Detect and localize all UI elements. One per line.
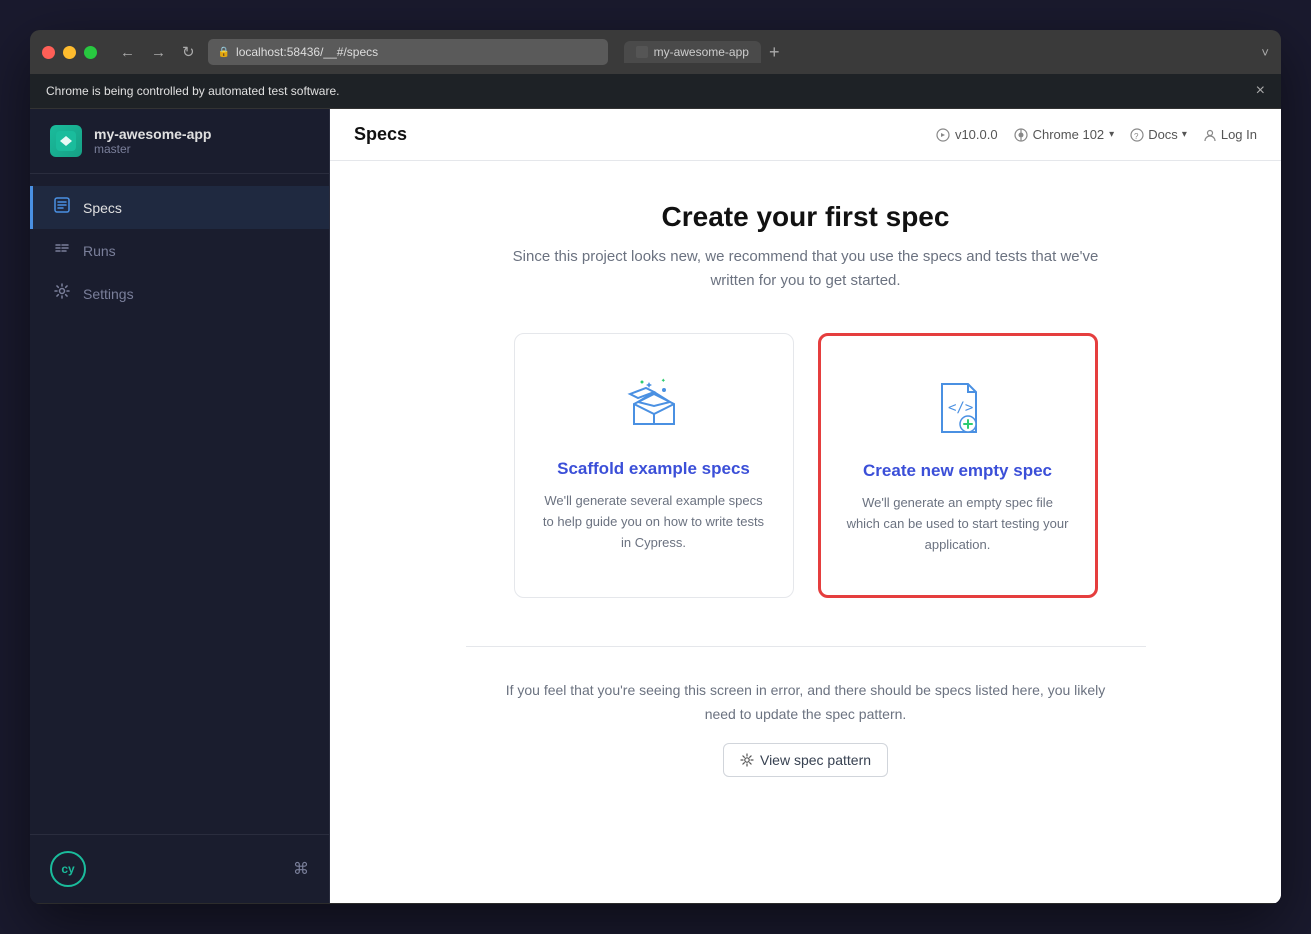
lock-icon: 🔒 xyxy=(218,47,230,58)
scaffold-icon xyxy=(622,374,686,443)
sidebar-header: my-awesome-app master xyxy=(30,109,329,174)
sidebar-item-settings[interactable]: Settings xyxy=(30,272,329,315)
forward-button[interactable]: → xyxy=(146,42,171,63)
version-badge: v10.0.0 xyxy=(936,127,998,142)
page-heading: Create your first spec xyxy=(662,201,950,233)
sidebar-nav: Specs Ru xyxy=(30,174,329,834)
settings-icon xyxy=(53,282,71,305)
specs-label: Specs xyxy=(83,200,122,216)
scaffold-desc: We'll generate several example specs to … xyxy=(539,491,769,553)
page-title: Specs xyxy=(354,124,407,145)
automation-bar: Chrome is being controlled by automated … xyxy=(30,74,1281,109)
svg-text:</>: </> xyxy=(948,400,973,416)
sidebar: my-awesome-app master Specs xyxy=(30,109,330,903)
url-text: localhost:58436/__#/specs xyxy=(236,45,378,59)
traffic-light-yellow[interactable] xyxy=(63,46,76,59)
browser-tab[interactable]: my-awesome-app xyxy=(624,41,761,63)
content-area: Create your first spec Since this projec… xyxy=(330,161,1281,903)
app-icon xyxy=(50,125,82,157)
docs-chevron: ▾ xyxy=(1182,129,1187,140)
empty-spec-card[interactable]: </> Create new empty spec We'll generate… xyxy=(818,333,1098,598)
main-content: Specs v10.0.0 xyxy=(330,109,1281,903)
content-divider xyxy=(466,646,1146,647)
user-icon xyxy=(1203,128,1217,142)
scaffold-card[interactable]: Scaffold example specs We'll generate se… xyxy=(514,333,794,598)
keyboard-shortcut-icon[interactable]: ⌘ xyxy=(293,859,309,879)
app-name: my-awesome-app xyxy=(94,126,211,142)
browser-dropdown: ˅ xyxy=(1261,45,1269,60)
refresh-button[interactable]: ↻ xyxy=(177,41,200,63)
traffic-light-red[interactable] xyxy=(42,46,55,59)
automation-message: Chrome is being controlled by automated … xyxy=(46,84,339,98)
empty-spec-title: Create new empty spec xyxy=(863,461,1052,481)
app-info: my-awesome-app master xyxy=(94,126,211,156)
page-subtitle: Since this project looks new, we recomme… xyxy=(506,245,1106,293)
scaffold-title: Scaffold example specs xyxy=(557,459,750,479)
back-button[interactable]: ← xyxy=(115,42,140,63)
svg-text:?: ? xyxy=(1134,132,1139,141)
empty-spec-icon: </> xyxy=(926,376,990,445)
header-actions: v10.0.0 Chrome 102 ▾ xyxy=(936,127,1257,142)
runs-icon xyxy=(53,239,71,262)
view-spec-pattern-button[interactable]: View spec pattern xyxy=(723,743,888,777)
tab-favicon xyxy=(636,46,648,58)
error-text: If you feel that you're seeing this scre… xyxy=(506,679,1106,727)
runs-label: Runs xyxy=(83,243,116,259)
cypress-logo: cy xyxy=(50,851,86,887)
browser-chevron: ▾ xyxy=(1109,129,1114,140)
empty-spec-desc: We'll generate an empty spec file which … xyxy=(845,493,1071,555)
cards-container: Scaffold example specs We'll generate se… xyxy=(514,333,1098,598)
error-section: If you feel that you're seeing this scre… xyxy=(506,679,1106,777)
tab-label: my-awesome-app xyxy=(654,45,749,59)
docs-button[interactable]: ? Docs ▾ xyxy=(1130,127,1187,142)
browser-selector[interactable]: Chrome 102 ▾ xyxy=(1014,127,1115,142)
sidebar-item-specs[interactable]: Specs xyxy=(30,186,329,229)
traffic-light-green[interactable] xyxy=(84,46,97,59)
main-header: Specs v10.0.0 xyxy=(330,109,1281,161)
sidebar-item-runs[interactable]: Runs xyxy=(30,229,329,272)
address-bar[interactable]: 🔒 localhost:58436/__#/specs xyxy=(208,39,608,65)
specs-icon xyxy=(53,196,71,219)
docs-icon: ? xyxy=(1130,128,1144,142)
app-branch: master xyxy=(94,142,211,156)
settings-label: Settings xyxy=(83,286,134,302)
sidebar-footer: cy ⌘ xyxy=(30,834,329,903)
gear-icon xyxy=(740,753,754,767)
login-button[interactable]: Log In xyxy=(1203,127,1257,142)
version-icon xyxy=(936,128,950,142)
new-tab-button[interactable]: + xyxy=(769,42,780,63)
chrome-icon xyxy=(1014,128,1028,142)
automation-close-button[interactable]: × xyxy=(1256,82,1265,100)
